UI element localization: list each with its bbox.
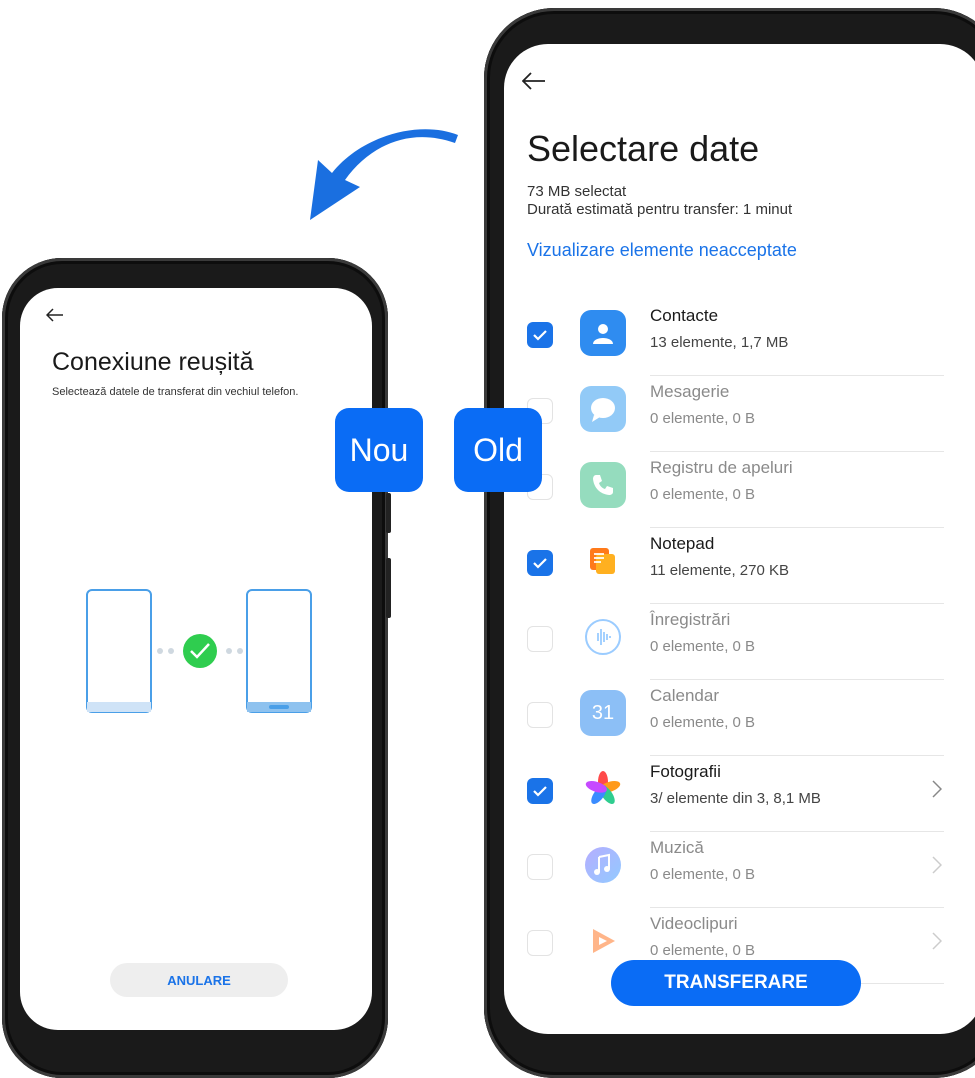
chevron-right-icon[interactable] [932, 856, 942, 874]
selected-size: 73 MB selectat [527, 183, 627, 200]
item-detail: 13 elemente, 1,7 MB [650, 334, 789, 351]
list-item[interactable]: Înregistrări 0 elemente, 0 B [504, 604, 964, 680]
cancel-button[interactable]: ANULARE [110, 963, 288, 997]
item-detail: 0 elemente, 0 B [650, 866, 756, 883]
new-phone-screen: Conexiune reușită Selectează datele de t… [20, 288, 372, 1030]
new-phone-frame: Conexiune reușită Selectează datele de t… [2, 258, 391, 1078]
page-title: Selectare date [527, 128, 760, 169]
list-item[interactable]: Muzică 0 elemente, 0 B [504, 832, 964, 908]
new-phone-illustration-icon [246, 589, 312, 713]
check-success-icon [183, 634, 217, 668]
item-detail: 0 elemente, 0 B [650, 638, 756, 655]
item-checkbox[interactable] [527, 626, 553, 652]
back-arrow-icon[interactable] [522, 72, 546, 90]
item-checkbox[interactable] [527, 854, 553, 880]
item-name: Înregistrări [650, 610, 731, 629]
list-item[interactable]: Fotografii 3/ elemente din 3, 8,1 MB [504, 756, 964, 832]
item-name: Calendar [650, 686, 719, 705]
item-detail: 0 elemente, 0 B [650, 714, 756, 731]
transfer-button[interactable]: TRANSFERARE [611, 960, 861, 1006]
list-item[interactable]: Mesagerie 0 elemente, 0 B [504, 376, 964, 452]
item-name: Contacte [650, 306, 719, 325]
item-checkbox[interactable] [527, 778, 553, 804]
volume-button [386, 493, 391, 533]
power-button [386, 558, 391, 618]
item-name: Fotografii [650, 762, 721, 781]
estimated-duration: Durată estimată pentru transfer: 1 minut [527, 201, 793, 218]
list-item[interactable]: 31 Calendar 0 elemente, 0 B [504, 680, 964, 756]
item-detail: 0 elemente, 0 B [650, 942, 756, 959]
unsupported-items-link[interactable]: Vizualizare elemente neacceptate [527, 240, 797, 261]
item-detail: 3/ elemente din 3, 8,1 MB [650, 790, 821, 807]
item-checkbox[interactable] [527, 322, 553, 348]
item-name: Mesagerie [650, 382, 730, 401]
curved-arrow-icon [310, 129, 458, 220]
item-detail: 0 elemente, 0 B [650, 410, 756, 427]
old-phone-screen: Selectare date 73 MB selectat Durată est… [504, 44, 975, 1034]
list-item[interactable]: Notepad 11 elemente, 270 KB [504, 528, 964, 604]
item-name: Registru de apeluri [650, 458, 793, 477]
item-name: Muzică [650, 838, 704, 857]
page-title: Conexiune reușită [52, 348, 254, 376]
item-name: Notepad [650, 534, 715, 553]
item-checkbox[interactable] [527, 930, 553, 956]
back-arrow-icon[interactable] [46, 308, 64, 322]
list-item[interactable]: Registru de apeluri 0 elemente, 0 B [504, 452, 964, 528]
old-phone-tag: Old [454, 408, 542, 492]
item-detail: 0 elemente, 0 B [650, 486, 756, 503]
item-detail: 11 elemente, 270 KB [650, 562, 789, 579]
item-name: Videoclipuri [650, 914, 738, 933]
list-item[interactable]: Contacte 13 elemente, 1,7 MB [504, 300, 964, 376]
page-subtitle: Selectează datele de transferat din vech… [52, 386, 299, 398]
item-checkbox[interactable] [527, 702, 553, 728]
new-phone-tag: Nou [335, 408, 423, 492]
old-phone-illustration-icon [86, 589, 152, 713]
chevron-right-icon[interactable] [932, 932, 942, 950]
old-phone-frame: Selectare date 73 MB selectat Durată est… [484, 8, 975, 1078]
chevron-right-icon[interactable] [932, 780, 942, 798]
item-checkbox[interactable] [527, 550, 553, 576]
connection-illustration [86, 589, 312, 713]
